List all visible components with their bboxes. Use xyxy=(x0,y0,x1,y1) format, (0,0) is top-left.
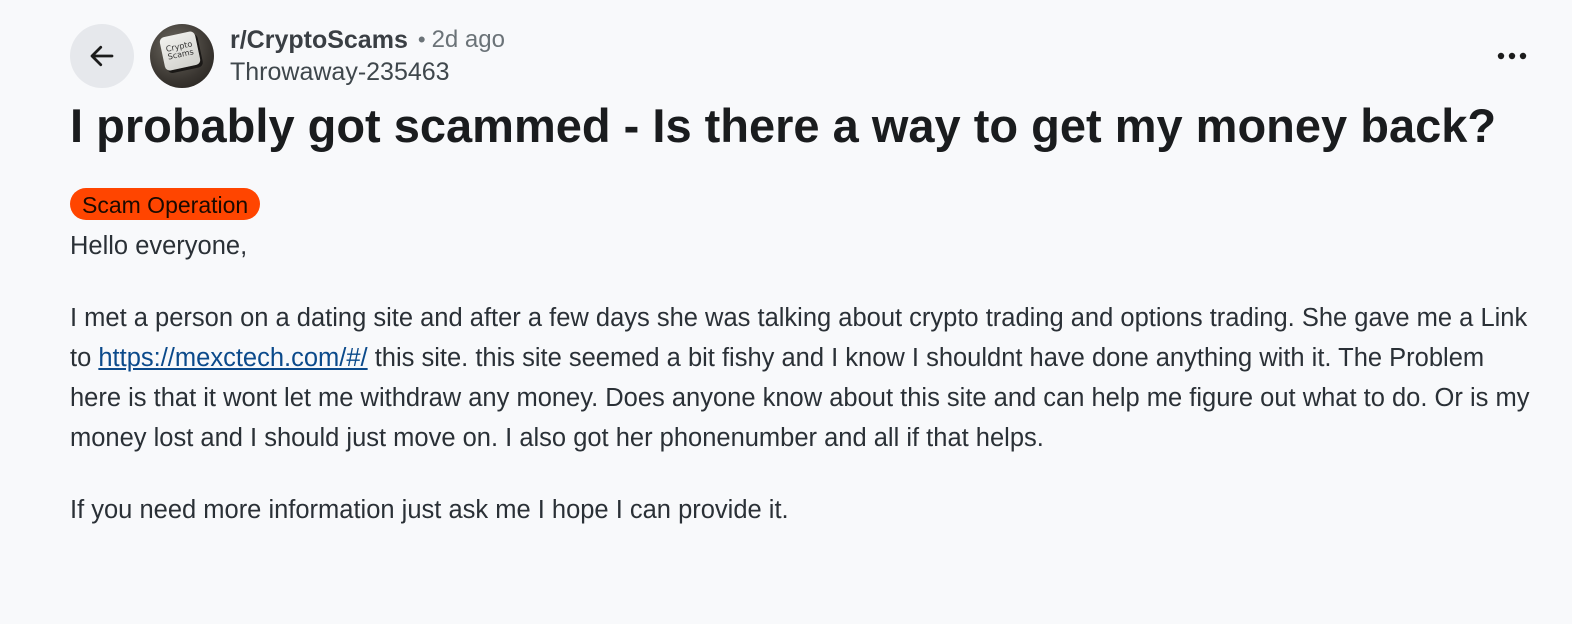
post-header: Crypto Scams r/CryptoScams • 2d ago Thro… xyxy=(70,24,505,88)
post-body: Hello everyone, I met a person on a dati… xyxy=(70,226,1540,562)
post-flair[interactable]: Scam Operation xyxy=(70,188,261,220)
arrow-left-icon xyxy=(90,45,114,67)
post-title: I probably got scammed - Is there a way … xyxy=(70,99,1497,152)
meta-separator: • xyxy=(417,27,426,52)
more-horizontal-icon xyxy=(1497,52,1527,60)
more-options-button[interactable] xyxy=(1488,36,1536,76)
body-paragraph-1: I met a person on a dating site and afte… xyxy=(70,298,1540,458)
subreddit-avatar[interactable]: Crypto Scams xyxy=(150,24,214,88)
back-button[interactable] xyxy=(70,24,134,88)
greeting-paragraph: Hello everyone, xyxy=(70,232,248,260)
post-detail: Crypto Scams r/CryptoScams • 2d ago Thro… xyxy=(0,0,1572,624)
meta-top-row: r/CryptoScams • 2d ago xyxy=(230,24,505,56)
post-age: 2d ago xyxy=(431,26,505,53)
author-link[interactable]: Throwaway-235463 xyxy=(230,56,505,88)
post-meta: r/CryptoScams • 2d ago Throwaway-235463 xyxy=(230,24,505,88)
subreddit-link[interactable]: r/CryptoScams xyxy=(230,26,408,55)
body-paragraph-2: If you need more information just ask me… xyxy=(70,496,789,524)
external-link[interactable]: https://mexctech.com/#/ xyxy=(98,344,367,372)
avatar-key-image: Crypto Scams xyxy=(158,30,202,72)
